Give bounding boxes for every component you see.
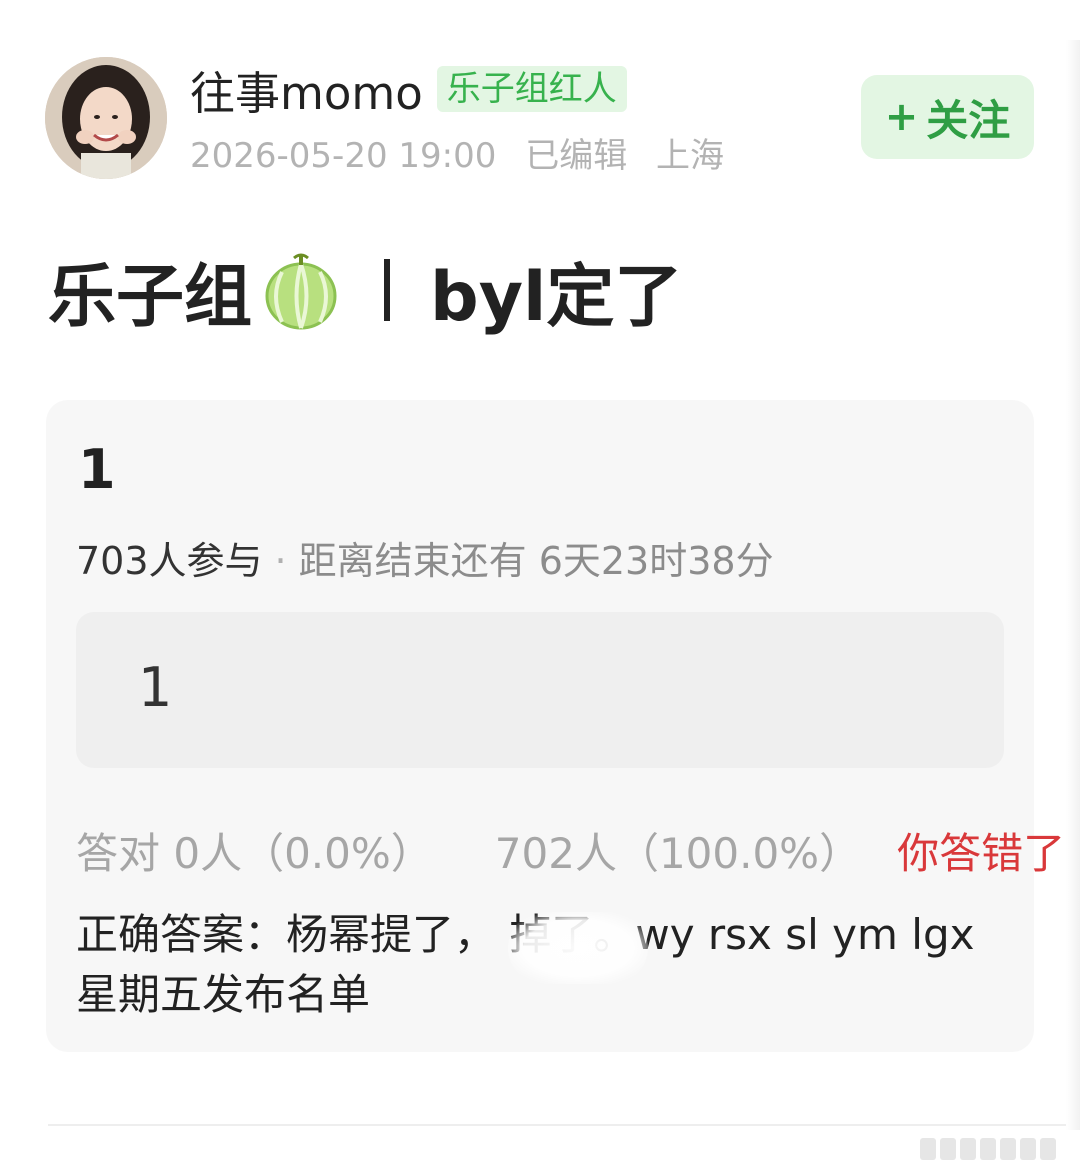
title-prefix: 乐子组 xyxy=(48,257,253,337)
post-location: 上海 xyxy=(656,136,725,176)
plus-icon: + xyxy=(884,94,919,140)
scrollbar[interactable] xyxy=(1066,40,1080,1130)
correct-stats: 答对 0人（0.0%） xyxy=(76,829,433,878)
post-title: 乐子组 byl定了 xyxy=(48,245,682,337)
post-timestamp: 2026-05-20 19:00 xyxy=(190,136,497,176)
quiz-card: 1 703人参与 · 距离结束还有 6天23时38分 1 答对 0人（0.0%） 70… xyxy=(46,400,1065,1052)
follow-button[interactable]: + 关注 xyxy=(861,75,1034,159)
post-page: 往事momo 乐子组红人 2026-05-20 19:00 已编辑 上海 + 关… xyxy=(0,0,1080,1170)
quiz-option[interactable]: 1 xyxy=(76,612,1004,768)
quiz-stats: 703人参与 · 距离结束还有 6天23时38分 xyxy=(76,530,774,585)
post-meta: 2026-05-20 19:00 已编辑 上海 xyxy=(190,128,724,177)
redaction-blur xyxy=(508,912,648,984)
wrong-stats: 702人（100.0%） xyxy=(494,829,862,878)
quiz-question: 1 xyxy=(78,438,116,501)
watermark xyxy=(920,1138,1070,1160)
quiz-option-label: 1 xyxy=(138,656,173,719)
author-badge: 乐子组红人 xyxy=(436,66,627,112)
quiz-countdown: 距离结束还有 6天23时38分 xyxy=(298,539,774,583)
quiz-result: 答对 0人（0.0%） 702人（100.0%） 你答错了 xyxy=(76,820,1065,881)
author-name-row: 往事momo 乐子组红人 xyxy=(190,58,627,120)
follow-label: 关注 xyxy=(926,95,1011,145)
wrong-answer-label: 你答错了 xyxy=(897,829,1066,878)
author-name[interactable]: 往事momo xyxy=(190,57,423,122)
edited-label: 已编辑 xyxy=(525,136,628,176)
avatar-image xyxy=(45,57,167,179)
title-separator xyxy=(384,259,391,321)
title-suffix: byl定了 xyxy=(430,257,683,337)
participant-count: 703人参与 xyxy=(76,539,263,583)
author-avatar[interactable] xyxy=(45,57,167,179)
bottom-divider xyxy=(48,1124,1080,1126)
melon-icon xyxy=(262,250,340,330)
stats-separator: · xyxy=(274,539,287,583)
